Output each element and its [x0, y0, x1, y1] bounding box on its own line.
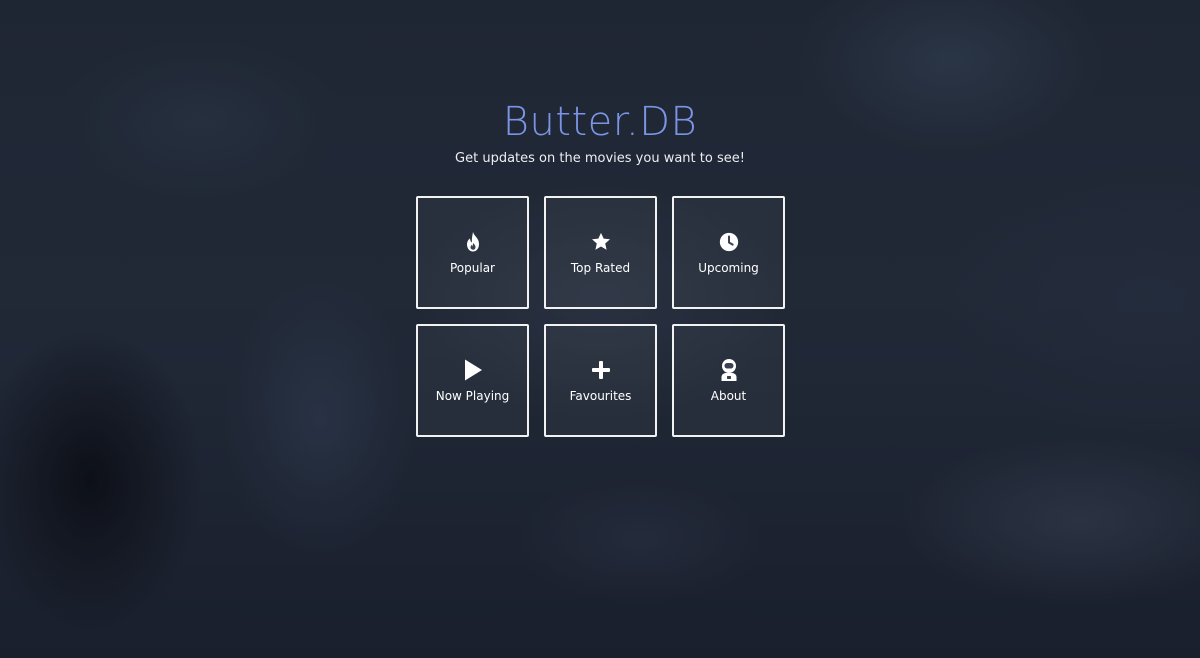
popular-label: Popular: [450, 260, 495, 275]
now-playing-label: Now Playing: [435, 388, 510, 403]
app-tagline: Get updates on the movies you want to se…: [455, 151, 745, 166]
upcoming-tile[interactable]: Upcoming: [672, 196, 785, 309]
favourites-tile[interactable]: Favourites: [544, 324, 657, 437]
about-tile[interactable]: About: [672, 324, 785, 437]
home-content: Butter.DB Get updates on the movies you …: [0, 0, 1200, 658]
menu-grid: Popular Top Rated Upcoming Now Playing F…: [416, 196, 786, 437]
popular-tile[interactable]: Popular: [416, 196, 529, 309]
about-label: About: [710, 388, 747, 403]
page: Butter.DB Get updates on the movies you …: [0, 0, 1200, 658]
top-rated-tile[interactable]: Top Rated: [544, 196, 657, 309]
top-rated-label: Top Rated: [570, 260, 631, 275]
astronaut-icon: [717, 358, 741, 382]
flame-icon: [461, 230, 485, 254]
star-icon: [589, 230, 613, 254]
clock-icon: [717, 230, 741, 254]
play-icon: [461, 358, 485, 382]
now-playing-tile[interactable]: Now Playing: [416, 324, 529, 437]
app-title: Butter.DB: [502, 99, 698, 145]
plus-icon: [589, 358, 613, 382]
upcoming-label: Upcoming: [698, 260, 759, 275]
favourites-label: Favourites: [569, 388, 632, 403]
